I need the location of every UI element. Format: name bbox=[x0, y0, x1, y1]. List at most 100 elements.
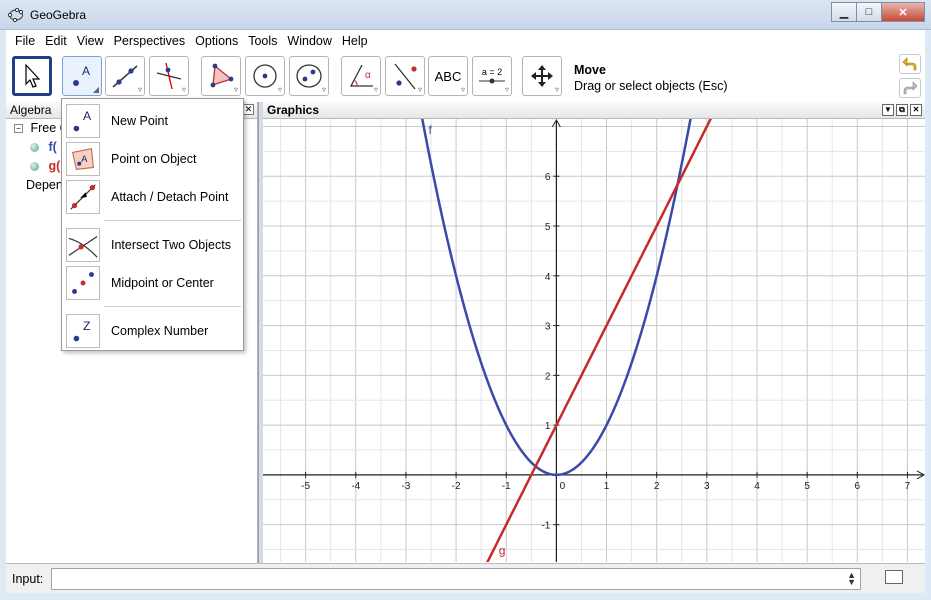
menu-separator bbox=[104, 306, 241, 307]
x-tick-label: 4 bbox=[754, 481, 760, 492]
reflect-tool-button[interactable]: ▿ bbox=[385, 56, 425, 96]
active-tool-name: Move bbox=[574, 63, 606, 77]
new-point-icon: A bbox=[66, 104, 100, 138]
close-icon: ✕ bbox=[244, 104, 253, 114]
function-f-label: f( bbox=[48, 140, 57, 154]
menu-window[interactable]: Window bbox=[282, 34, 336, 48]
ellipse-icon bbox=[296, 64, 322, 88]
chevron-down-icon: ▿ bbox=[277, 85, 282, 94]
svg-text:A: A bbox=[82, 64, 90, 78]
close-icon: ✕ bbox=[898, 6, 908, 19]
curve-g bbox=[486, 119, 712, 562]
move-graphics-view-icon bbox=[531, 65, 553, 87]
perpendicular-tool-button[interactable]: ▿ bbox=[149, 56, 189, 96]
keyboard-toggle-icon[interactable] bbox=[885, 570, 903, 584]
chevron-down-icon: ▿ bbox=[554, 85, 559, 94]
menu-item-label: Attach / Detach Point bbox=[111, 190, 229, 204]
menu-help[interactable]: Help bbox=[337, 34, 373, 48]
undo-icon bbox=[902, 57, 917, 71]
input-field[interactable]: ▲ ▼ bbox=[51, 568, 861, 590]
menu-edit[interactable]: Edit bbox=[40, 34, 72, 48]
menubar: File Edit View Perspectives Options Tool… bbox=[6, 30, 925, 52]
collapse-icon[interactable]: − bbox=[14, 124, 23, 134]
menu-item-point-on-object[interactable]: A Point on Object bbox=[62, 140, 243, 178]
menu-separator bbox=[104, 220, 241, 221]
curve-f-label: f bbox=[429, 123, 433, 137]
svg-text:Z: Z bbox=[83, 319, 91, 333]
reflect-about-line-icon bbox=[394, 63, 417, 90]
menu-tools[interactable]: Tools bbox=[243, 34, 282, 48]
window-title: GeoGebra bbox=[30, 8, 87, 22]
redo-button[interactable] bbox=[899, 78, 921, 98]
x-tick-label: -1 bbox=[502, 481, 511, 492]
toolbar: A ◢ ▿ ▿ ▿ ▿ ▿ α ▿ ▿ ABC ▿ a = 2 ▿ ▿ Move… bbox=[6, 52, 925, 102]
move-tool-button[interactable] bbox=[12, 56, 52, 96]
x-tick-label: -3 bbox=[401, 481, 410, 492]
midpoint-icon bbox=[66, 266, 100, 300]
tool-description: Move Drag or select objects (Esc) bbox=[574, 63, 728, 93]
svg-text:A: A bbox=[83, 109, 92, 123]
chevron-down-icon: ▿ bbox=[460, 85, 465, 94]
complex-number-icon: Z bbox=[66, 314, 100, 348]
move-arrow-icon bbox=[25, 63, 41, 88]
x-tick-label: -5 bbox=[301, 481, 310, 492]
chevron-down-icon: ▿ bbox=[321, 85, 326, 94]
menu-item-new-point[interactable]: A New Point bbox=[62, 102, 243, 140]
menu-item-intersect[interactable]: Intersect Two Objects bbox=[62, 226, 243, 264]
polygon-tool-button[interactable]: ▿ bbox=[201, 56, 241, 96]
graphics-view-title: Graphics bbox=[267, 103, 320, 117]
menu-item-label: Midpoint or Center bbox=[111, 276, 214, 290]
angle-tool-button[interactable]: α ▿ bbox=[341, 56, 381, 96]
intersect-icon bbox=[66, 228, 100, 262]
undock-view-button[interactable]: ⧉ bbox=[896, 104, 908, 116]
undo-button[interactable] bbox=[899, 54, 921, 74]
line-tool-button[interactable]: ▿ bbox=[105, 56, 145, 96]
close-icon: ✕ bbox=[912, 105, 920, 114]
point-tool-button[interactable]: A ◢ bbox=[62, 56, 102, 96]
svg-text:α: α bbox=[365, 70, 371, 81]
text-tool-button[interactable]: ABC ▿ bbox=[428, 56, 468, 96]
menu-item-midpoint[interactable]: Midpoint or Center bbox=[62, 264, 243, 302]
conic-tool-button[interactable]: ▿ bbox=[289, 56, 329, 96]
chevron-down-icon: ▿ bbox=[504, 85, 509, 94]
menu-perspectives[interactable]: Perspectives bbox=[109, 34, 191, 48]
y-tick-label: 3 bbox=[545, 322, 551, 333]
input-history-dropdown-icon[interactable]: ▲ ▼ bbox=[847, 571, 856, 587]
text-tool-label: ABC bbox=[434, 68, 462, 84]
menu-item-attach-detach[interactable]: Attach / Detach Point bbox=[62, 178, 243, 216]
line-icon bbox=[112, 65, 138, 88]
visibility-toggle-icon[interactable] bbox=[30, 143, 39, 153]
chevron-down-icon: ▿ bbox=[137, 85, 142, 94]
menu-view[interactable]: View bbox=[72, 34, 109, 48]
close-graphics-view-button[interactable]: ✕ bbox=[910, 104, 922, 116]
chevron-down-icon: ◢ bbox=[92, 85, 99, 94]
circle-tool-button[interactable]: ▿ bbox=[245, 56, 285, 96]
y-tick-label: 6 bbox=[545, 172, 551, 183]
close-window-button[interactable]: ✕ bbox=[881, 2, 925, 22]
function-g-label: g( bbox=[48, 159, 61, 173]
point-tools-dropdown: A New Point A Point on Object Attach / D… bbox=[61, 98, 244, 351]
menu-item-complex-number[interactable]: Z Complex Number bbox=[62, 312, 243, 350]
graphics-view: Graphics ▼ ⧉ ✕ -5 -4 -3 -2 -1 0 1 2 3 4 5 6 7 -1 1 2 3 4 5… bbox=[263, 102, 925, 563]
move-graphics-view-button[interactable]: ▿ bbox=[522, 56, 562, 96]
curve-g-label: g bbox=[499, 544, 506, 558]
style-bar-toggle-button[interactable]: ▼ bbox=[882, 104, 894, 116]
maximize-button[interactable]: □ bbox=[856, 2, 882, 22]
x-tick-label: 6 bbox=[855, 481, 861, 492]
minimize-button[interactable]: ▁ bbox=[831, 2, 857, 22]
attach-detach-point-icon bbox=[66, 180, 100, 214]
graphics-canvas[interactable]: -5 -4 -3 -2 -1 0 1 2 3 4 5 6 7 -1 1 2 3 4 5 6 f g bbox=[263, 119, 925, 562]
point-on-object-icon: A bbox=[66, 142, 100, 176]
y-tick-label: 5 bbox=[545, 222, 551, 233]
dependent-objects-label: Depen bbox=[26, 178, 63, 192]
chevron-down-icon: ▿ bbox=[417, 85, 422, 94]
menu-file[interactable]: File bbox=[10, 34, 40, 48]
close-algebra-view-button[interactable]: ✕ bbox=[243, 104, 254, 115]
x-tick-label: 0 bbox=[560, 481, 566, 492]
visibility-toggle-icon[interactable] bbox=[30, 162, 39, 172]
menu-item-label: Complex Number bbox=[111, 324, 209, 338]
slider-tool-button[interactable]: a = 2 ▿ bbox=[472, 56, 512, 96]
perpendicular-line-icon bbox=[156, 62, 182, 90]
menu-options[interactable]: Options bbox=[190, 34, 243, 48]
input-label: Input: bbox=[12, 572, 44, 586]
